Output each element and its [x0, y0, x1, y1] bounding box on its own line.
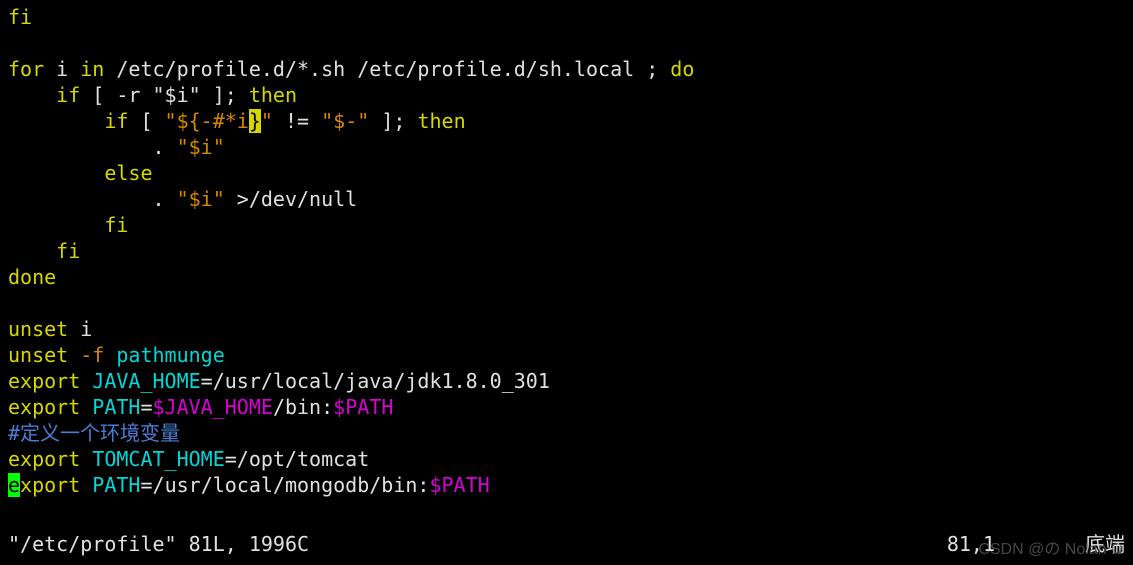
keyword-else: else	[8, 161, 153, 185]
keyword-if: if	[8, 83, 80, 107]
comment: #定义一个环境变量	[8, 421, 180, 445]
var-ref: $PATH	[429, 473, 489, 497]
keyword-if: if	[8, 109, 128, 133]
keyword-unset: unset	[8, 343, 68, 367]
keyword-fi: fi	[8, 239, 80, 263]
keyword-export: xport	[20, 473, 80, 497]
keyword-done: done	[8, 265, 56, 289]
var-ref: $JAVA_HOME	[153, 395, 273, 419]
keyword-do: do	[670, 57, 694, 81]
cursor-highlight: }	[249, 109, 261, 133]
keyword-fi: fi	[8, 213, 128, 237]
keyword-then: then	[417, 109, 465, 133]
keyword-unset: unset	[8, 317, 68, 341]
vim-status-line: "/etc/profile" 81L, 1996C 81,1 底端	[8, 531, 1125, 557]
keyword-export: export	[8, 369, 80, 393]
var-ref: $PATH	[333, 395, 393, 419]
env-var: PATH	[80, 395, 140, 419]
keyword-for: for	[8, 57, 44, 81]
env-var: JAVA_HOME	[80, 369, 200, 393]
keyword-export: export	[8, 447, 80, 471]
keyword-export: export	[8, 395, 80, 419]
watermark: CSDN @の Nolan Ω	[978, 537, 1123, 563]
keyword-in: in	[80, 57, 104, 81]
keyword-then: then	[249, 83, 297, 107]
editor-content[interactable]: fi for i in /etc/profile.d/*.sh /etc/pro…	[8, 4, 1125, 498]
status-file-info: "/etc/profile" 81L, 1996C	[8, 531, 309, 557]
env-var: PATH	[80, 473, 140, 497]
cursor-position: e	[8, 473, 20, 497]
env-var: TOMCAT_HOME	[80, 447, 225, 471]
code-text: fi	[8, 5, 32, 29]
